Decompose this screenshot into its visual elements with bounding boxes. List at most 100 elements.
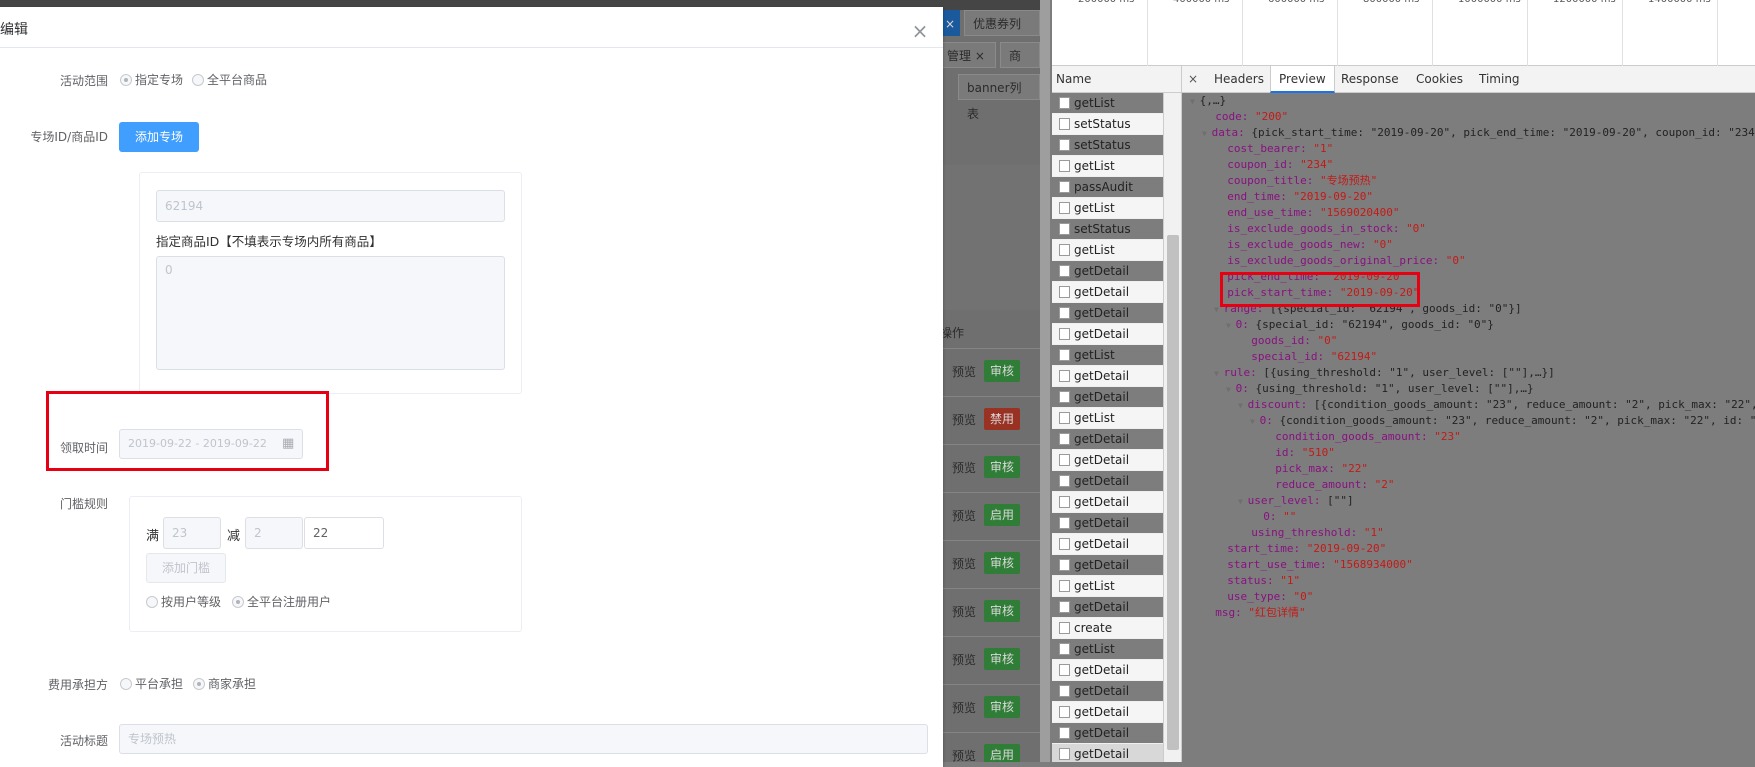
- json-line: cost_bearer: "1": [1182, 141, 1755, 157]
- calendar-icon[interactable]: ▦: [282, 430, 294, 458]
- scrollbar-thumb[interactable]: [1167, 235, 1179, 750]
- tab-timing[interactable]: Timing: [1471, 66, 1528, 93]
- request-row[interactable]: passAudit: [1052, 177, 1163, 198]
- bg-preview-link[interactable]: 预览: [952, 411, 976, 428]
- json-line[interactable]: ▼ {,…}: [1182, 93, 1755, 109]
- cost-radio-platform[interactable]: 平台承担: [120, 677, 183, 691]
- bg-action-tag[interactable]: 启用: [984, 504, 1021, 526]
- json-line[interactable]: ▼ 0: {condition_goods_amount: "23", redu…: [1182, 413, 1755, 429]
- goods-id-textarea[interactable]: 0: [156, 256, 505, 370]
- timeline-tick: 600000 ms: [1268, 0, 1338, 66]
- request-row[interactable]: setStatus: [1052, 114, 1163, 135]
- request-row[interactable]: getDetail: [1052, 471, 1163, 492]
- activity-title-input[interactable]: 专场预热: [119, 724, 928, 754]
- devtools-splitter[interactable]: [1040, 0, 1050, 762]
- scope-radio-special[interactable]: 指定专场: [120, 73, 183, 87]
- expand-triangle-icon[interactable]: ▼: [1226, 321, 1236, 330]
- bg-preview-link[interactable]: 预览: [952, 603, 976, 620]
- request-row[interactable]: getDetail: [1052, 681, 1163, 702]
- json-line[interactable]: ▼ 0: {special_id: "62194", goods_id: "0"…: [1182, 317, 1755, 333]
- special-id-input[interactable]: 62194: [156, 190, 505, 222]
- request-row[interactable]: getDetail: [1052, 660, 1163, 681]
- level-radio-by-level[interactable]: 按用户等级: [146, 595, 221, 609]
- bg-action-tag[interactable]: 审核: [984, 696, 1021, 718]
- bg-action-tag[interactable]: 审核: [984, 600, 1021, 622]
- request-row[interactable]: getList: [1052, 639, 1163, 660]
- bg-preview-link[interactable]: 预览: [952, 459, 976, 476]
- bg-tab-goods[interactable]: 商品: [1000, 42, 1040, 89]
- expand-triangle-icon[interactable]: ▼: [1202, 129, 1212, 138]
- tab-preview[interactable]: Preview: [1270, 66, 1335, 93]
- bg-tab-close-icon[interactable]: ×: [940, 10, 960, 36]
- request-row[interactable]: getDetail: [1052, 513, 1163, 534]
- pick-time-range-input[interactable]: 2019-09-22 - 2019-09-22 ▦: [119, 429, 303, 459]
- request-row[interactable]: getDetail: [1052, 492, 1163, 513]
- bg-tab-banner-list[interactable]: banner列表: [958, 74, 1040, 121]
- tab-headers[interactable]: Headers: [1206, 66, 1272, 93]
- level-radio-all-users[interactable]: 全平台注册用户: [232, 595, 331, 609]
- request-row[interactable]: getList: [1052, 345, 1163, 366]
- expand-triangle-icon[interactable]: ▼: [1190, 97, 1200, 106]
- expand-triangle-icon[interactable]: ▼: [1214, 369, 1224, 378]
- request-row[interactable]: getList: [1052, 93, 1163, 114]
- request-row[interactable]: getDetail: [1052, 324, 1163, 345]
- request-row[interactable]: getDetail: [1052, 303, 1163, 324]
- bg-preview-link[interactable]: 预览: [952, 651, 976, 668]
- bg-action-tag[interactable]: 启用: [984, 744, 1021, 762]
- bg-action-tag[interactable]: 审核: [984, 552, 1021, 574]
- pick-max-input[interactable]: 22: [304, 517, 384, 549]
- expand-triangle-icon[interactable]: ▼: [1226, 385, 1236, 394]
- request-row[interactable]: getList: [1052, 240, 1163, 261]
- tab-cookies[interactable]: Cookies: [1408, 66, 1471, 93]
- request-row[interactable]: getDetail: [1052, 429, 1163, 450]
- json-line[interactable]: ▼ user_level: [""]: [1182, 493, 1755, 509]
- bg-preview-link[interactable]: 预览: [952, 699, 976, 716]
- bg-tab-manage[interactable]: 管理 ×: [938, 42, 996, 68]
- close-icon[interactable]: ×: [909, 21, 931, 43]
- request-row[interactable]: getDetail: [1052, 282, 1163, 303]
- json-line[interactable]: ▼ discount: [{condition_goods_amount: "2…: [1182, 397, 1755, 413]
- bg-preview-link[interactable]: 预览: [952, 363, 976, 380]
- cost-radio-merchant[interactable]: 商家承担: [193, 677, 256, 691]
- request-row[interactable]: getDetail: [1052, 723, 1163, 744]
- tab-response[interactable]: Response: [1333, 66, 1407, 93]
- request-row[interactable]: getDetail: [1052, 387, 1163, 408]
- json-line[interactable]: ▼ rule: [{using_threshold: "1", user_lev…: [1182, 365, 1755, 381]
- add-special-button[interactable]: 添加专场: [119, 122, 199, 152]
- json-line[interactable]: ▼ 0: {using_threshold: "1", user_level: …: [1182, 381, 1755, 397]
- expand-triangle-icon[interactable]: ▼: [1238, 497, 1248, 506]
- bg-tab-coupon-list[interactable]: 优惠券列表: [964, 10, 1040, 57]
- request-row[interactable]: getList: [1052, 156, 1163, 177]
- json-value: "专场预热": [1319, 174, 1378, 187]
- request-row[interactable]: getDetail: [1052, 366, 1163, 387]
- request-row[interactable]: getDetail: [1052, 450, 1163, 471]
- request-row[interactable]: getDetail: [1052, 261, 1163, 282]
- expand-triangle-icon[interactable]: ▼: [1238, 401, 1248, 410]
- reduce-amount-input[interactable]: 2: [245, 517, 303, 549]
- json-line[interactable]: ▼ data: {pick_start_time: "2019-09-20", …: [1182, 125, 1755, 141]
- bg-action-tag[interactable]: 禁用: [984, 408, 1021, 430]
- scope-radio-all[interactable]: 全平台商品: [192, 73, 267, 87]
- full-amount-input[interactable]: 23: [163, 517, 221, 549]
- request-row[interactable]: getDetail: [1052, 555, 1163, 576]
- bg-action-tag[interactable]: 审核: [984, 360, 1021, 382]
- request-row[interactable]: create: [1052, 618, 1163, 639]
- request-row[interactable]: getDetail: [1052, 702, 1163, 723]
- name-column-header[interactable]: Name: [1052, 66, 1182, 93]
- close-detail-icon[interactable]: ×: [1182, 66, 1204, 93]
- request-row[interactable]: getList: [1052, 408, 1163, 429]
- request-row[interactable]: setStatus: [1052, 135, 1163, 156]
- bg-preview-link[interactable]: 预览: [952, 555, 976, 572]
- bg-preview-link[interactable]: 预览: [952, 747, 976, 762]
- expand-triangle-icon[interactable]: ▼: [1250, 417, 1260, 426]
- request-row[interactable]: getList: [1052, 576, 1163, 597]
- request-row[interactable]: getDetail: [1052, 534, 1163, 555]
- request-row[interactable]: getDetail: [1052, 744, 1163, 762]
- bg-action-tag[interactable]: 审核: [984, 456, 1021, 478]
- request-row[interactable]: getList: [1052, 198, 1163, 219]
- bg-preview-link[interactable]: 预览: [952, 507, 976, 524]
- request-row[interactable]: getDetail: [1052, 597, 1163, 618]
- request-row[interactable]: setStatus: [1052, 219, 1163, 240]
- bg-action-tag[interactable]: 审核: [984, 648, 1021, 670]
- add-threshold-button[interactable]: 添加门槛: [146, 553, 226, 583]
